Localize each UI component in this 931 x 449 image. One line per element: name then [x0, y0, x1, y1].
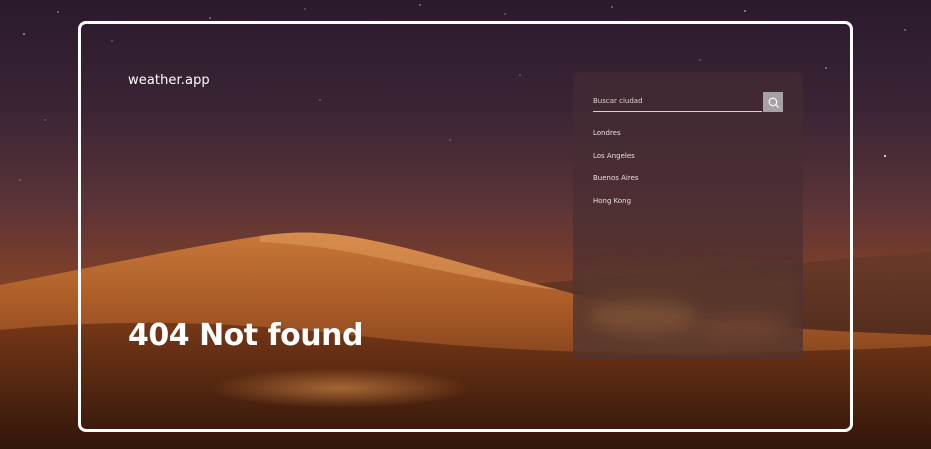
search-panel: Londres Los Angeles Buenos Aires Hong Ko… — [573, 72, 803, 359]
city-item-los-angeles[interactable]: Los Angeles — [593, 152, 639, 175]
city-item-hong-kong[interactable]: Hong Kong — [593, 197, 639, 220]
city-item-londres[interactable]: Londres — [593, 129, 639, 152]
city-list: Londres Los Angeles Buenos Aires Hong Ko… — [593, 129, 639, 219]
page-title: 404 Not found — [128, 318, 363, 353]
brand-logo[interactable]: weather.app — [128, 73, 210, 88]
search-icon — [768, 97, 779, 108]
search-bar — [593, 92, 783, 112]
city-item-buenos-aires[interactable]: Buenos Aires — [593, 174, 639, 197]
search-button[interactable] — [763, 92, 783, 112]
search-input[interactable] — [593, 92, 762, 112]
